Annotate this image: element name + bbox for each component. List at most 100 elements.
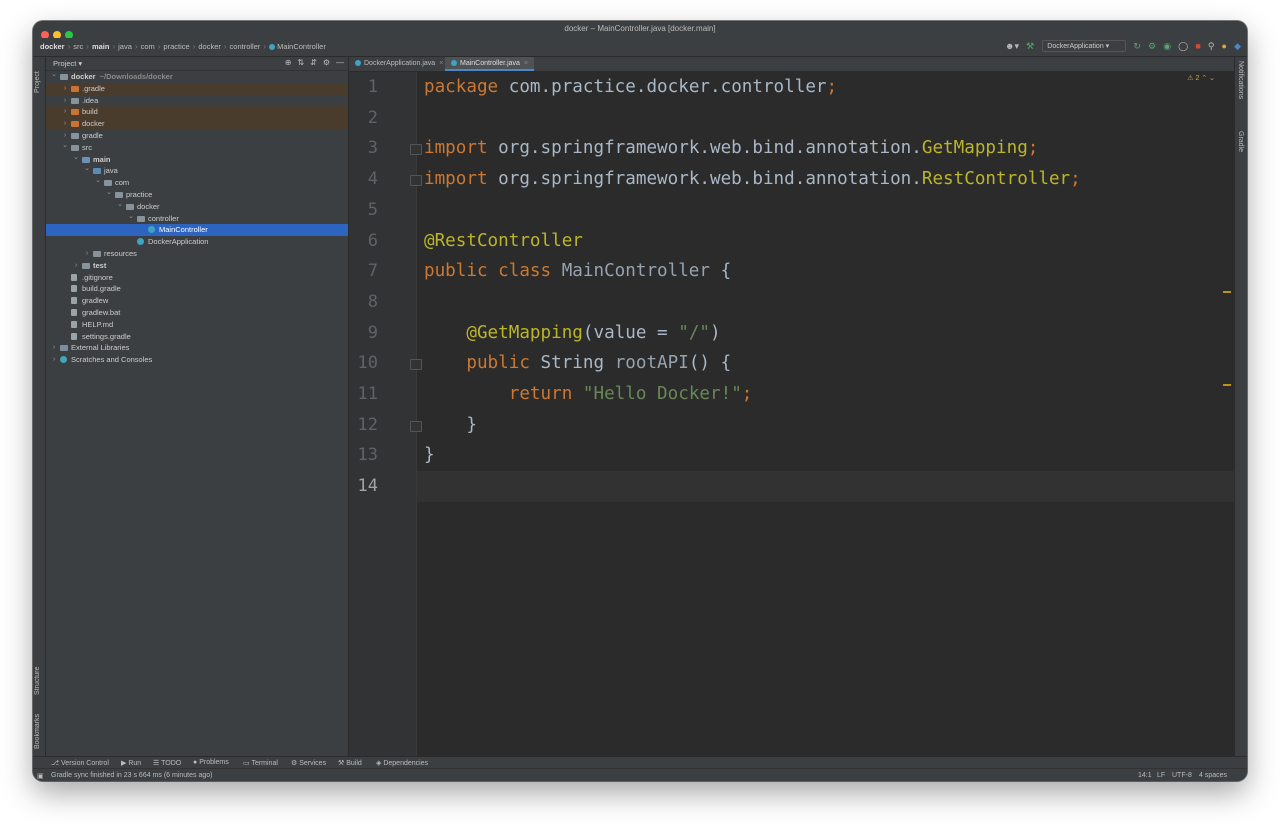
settings-gear-icon[interactable]: ⚙ [323, 58, 330, 67]
project-tool-button[interactable]: Project [34, 59, 41, 93]
status-message[interactable]: Gradle sync finished in 23 s 664 ms (6 m… [51, 772, 212, 779]
code-line[interactable]: return "Hello Docker!"; [424, 379, 753, 410]
chevron-down-icon[interactable]: ⌄ [116, 199, 124, 211]
run-configuration-select[interactable]: DockerApplication ▾ [1042, 40, 1127, 52]
project-view-select[interactable]: Project ▾ [53, 59, 82, 68]
chevron-down-icon[interactable]: ⌄ [72, 152, 80, 164]
code-line[interactable]: } [424, 410, 477, 441]
tree-item[interactable]: MainController [46, 224, 348, 237]
code-line[interactable]: public class MainController { [424, 256, 731, 287]
tree-item[interactable]: ⌄ docker [46, 201, 348, 213]
chevron-right-icon[interactable]: › [72, 260, 80, 272]
fold-marker-icon[interactable] [410, 420, 422, 432]
code-line[interactable]: package com.practice.docker.controller; [424, 72, 837, 103]
bookmarks-tool-button[interactable]: Bookmarks [34, 705, 41, 749]
code-line[interactable]: import org.springframework.web.bind.anno… [424, 164, 1081, 195]
notifications-tool-button[interactable]: Notifications [1237, 61, 1244, 99]
tree-item[interactable]: ⌄ docker ~/Downloads/docker [46, 71, 348, 83]
hide-panel-icon[interactable]: — [336, 58, 344, 67]
line-separator[interactable]: LF [1157, 772, 1165, 779]
tree-item[interactable]: DockerApplication [46, 236, 348, 248]
tree-item[interactable]: settings.gradle [46, 331, 348, 343]
breadcrumb-item[interactable]: practice [163, 42, 189, 51]
code-line[interactable]: } [424, 440, 435, 471]
breadcrumb-item[interactable]: java [118, 42, 132, 51]
chevron-down-icon[interactable]: ⌄ [83, 163, 91, 175]
tree-item[interactable]: ⌄ java [46, 165, 348, 177]
user-icon[interactable]: ☻▾ [1005, 41, 1019, 52]
tool-window-todo[interactable]: ☰ TODO [153, 759, 181, 767]
warnings-indicator[interactable]: ⚠ 2 ⌃ ⌄ [1187, 74, 1215, 82]
fold-marker-icon[interactable] [410, 175, 422, 187]
close-tab-icon[interactable]: × [439, 60, 443, 67]
tab-dockerapplication-java[interactable]: DockerApplication.java × [349, 57, 449, 71]
debug-icon[interactable]: ⚙ [1148, 41, 1156, 52]
chevron-down-icon[interactable]: ⌄ [127, 211, 135, 223]
chevron-right-icon[interactable]: › [50, 354, 58, 366]
fold-marker-icon[interactable] [410, 359, 422, 371]
code-line[interactable]: @RestController [424, 226, 583, 257]
tree-item[interactable]: › resources [46, 248, 348, 260]
fold-marker-icon[interactable] [410, 144, 422, 156]
chevron-down-icon[interactable]: ⌄ [105, 187, 113, 199]
code-editor[interactable]: 1 2 3 4 5 6 7 8 9 10 11 12 13 14 package com.practice… [349, 72, 1235, 756]
tree-item[interactable]: ⌄ main [46, 154, 348, 166]
tree-item[interactable]: › Scratches and Consoles [46, 354, 348, 366]
breadcrumb-item[interactable]: docker [198, 42, 221, 51]
search-icon[interactable]: ⚲ [1208, 41, 1215, 52]
expand-all-icon[interactable]: ⇅ [297, 58, 304, 67]
code-line[interactable]: @GetMapping(value = "/") [424, 318, 720, 349]
locate-icon[interactable]: ⊕ [285, 58, 292, 67]
indent-setting[interactable]: 4 spaces [1199, 772, 1227, 779]
breadcrumb-item[interactable]: controller [230, 42, 261, 51]
stop-icon[interactable]: ■ [1195, 41, 1200, 51]
rerun-icon[interactable]: ↻ [1133, 41, 1141, 52]
update-icon[interactable]: ● [1222, 41, 1227, 51]
tree-item[interactable]: ⌄ com [46, 177, 348, 189]
chevron-right-icon[interactable]: › [61, 118, 69, 130]
tree-item[interactable]: › build [46, 106, 348, 119]
build-hammer-icon[interactable]: ⚒ [1026, 41, 1034, 52]
tree-item[interactable]: build.gradle [46, 283, 348, 295]
breadcrumb-item[interactable]: docker [40, 42, 65, 51]
chevron-down-icon[interactable]: ⌄ [61, 140, 69, 152]
chevron-down-icon[interactable]: ⌄ [50, 69, 58, 81]
tree-item[interactable]: ⌄ practice [46, 189, 348, 201]
tree-item[interactable]: gradlew.bat [46, 307, 348, 319]
status-toggle-icon[interactable]: ▣ [37, 772, 44, 780]
breadcrumb-item[interactable]: main [92, 42, 110, 51]
jetbrains-logo-icon[interactable]: ◆ [1234, 41, 1241, 52]
tree-item[interactable]: ⌄ controller [46, 213, 348, 225]
tool-window-dependencies[interactable]: ◈ Dependencies [376, 759, 428, 767]
tool-window-build[interactable]: ⚒ Build [338, 759, 362, 767]
scroll-warning-mark[interactable] [1223, 384, 1231, 386]
chevron-right-icon[interactable]: › [83, 248, 91, 260]
tree-item[interactable]: HELP.md [46, 319, 348, 331]
tree-item[interactable]: › External Libraries [46, 342, 348, 354]
breadcrumb-item[interactable]: src [73, 42, 83, 51]
chevron-right-icon[interactable]: › [61, 95, 69, 107]
caret-position[interactable]: 14:1 [1138, 772, 1152, 779]
tree-item[interactable]: gradlew [46, 295, 348, 307]
tree-item[interactable]: ⌄ src [46, 142, 348, 154]
profile-icon[interactable]: ◯ [1178, 41, 1188, 52]
chevron-right-icon[interactable]: › [61, 83, 69, 95]
tool-window-run[interactable]: ▶ Run [121, 759, 141, 767]
chevron-down-icon[interactable]: ⌄ [94, 175, 102, 187]
structure-tool-button[interactable]: Structure [34, 655, 41, 695]
scroll-warning-mark[interactable] [1223, 291, 1231, 293]
breadcrumb-item[interactable]: com [141, 42, 155, 51]
close-tab-icon[interactable]: × [524, 60, 528, 67]
tree-item[interactable]: .gitignore [46, 272, 348, 284]
coverage-icon[interactable]: ◉ [1163, 41, 1171, 52]
code-line[interactable]: import org.springframework.web.bind.anno… [424, 133, 1038, 164]
chevron-right-icon[interactable]: › [50, 342, 58, 354]
tree-item[interactable]: › .gradle [46, 82, 348, 95]
tree-item[interactable]: › gradle [46, 130, 348, 142]
chevron-right-icon[interactable]: › [61, 106, 69, 118]
collapse-all-icon[interactable]: ⇵ [310, 58, 317, 67]
tab-maincontroller-java[interactable]: MainController.java × [445, 57, 535, 71]
tree-item[interactable]: › .idea [46, 95, 348, 107]
tool-window-services[interactable]: ⚙ Services [291, 759, 326, 767]
gradle-tool-button[interactable]: Gradle [1237, 131, 1244, 152]
